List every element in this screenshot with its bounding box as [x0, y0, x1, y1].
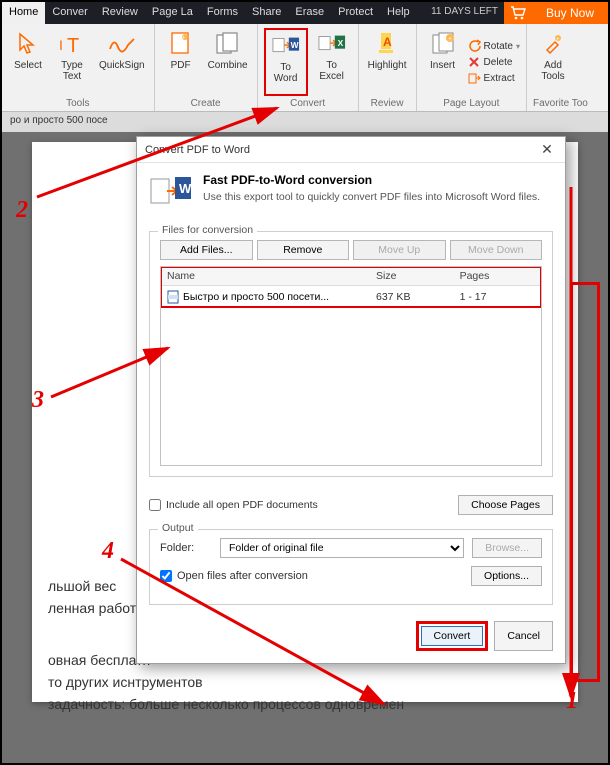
rotate-icon: [467, 39, 481, 53]
file-list[interactable]: Name Size Pages Быстро и просто 500 посе…: [160, 266, 542, 466]
svg-text:+: +: [448, 36, 452, 43]
convert-button[interactable]: Convert: [421, 626, 484, 646]
rotate-button[interactable]: Rotate▾: [467, 39, 520, 53]
remove-button[interactable]: Remove: [257, 240, 350, 260]
options-button[interactable]: Options...: [471, 566, 542, 586]
pdf-icon: [167, 290, 179, 304]
annotation-arrow-1: [556, 182, 586, 712]
add-tools-button[interactable]: + Add Tools: [533, 28, 573, 96]
select-button[interactable]: Select: [8, 28, 48, 96]
menu-tab-pagelayout[interactable]: Page La: [145, 2, 200, 24]
highlight-icon: A: [373, 30, 401, 58]
annotation-box-4: Convert: [416, 621, 489, 651]
close-icon[interactable]: ✕: [537, 141, 557, 158]
group-label-favorite: Favorite Too: [533, 96, 588, 109]
annotation-arrow-3: [46, 342, 176, 402]
move-down-button[interactable]: Move Down: [450, 240, 543, 260]
to-word-label: To Word: [274, 62, 298, 84]
extract-icon: [467, 71, 481, 85]
menu-bar: Home Conver Review Page La Forms Share E…: [2, 2, 608, 24]
cursor-icon: [14, 30, 42, 58]
cancel-button[interactable]: Cancel: [494, 621, 553, 651]
combine-icon: [214, 30, 242, 58]
files-legend: Files for conversion: [158, 224, 257, 236]
ribbon-group-review: A Highlight Review: [359, 24, 417, 111]
menu-tab-forms[interactable]: Forms: [200, 2, 245, 24]
ribbon-group-convert: W To Word X To Excel Convert: [258, 24, 359, 111]
annotation-number-1: 1: [566, 688, 578, 715]
folder-label: Folder:: [160, 542, 212, 554]
signature-icon: [108, 30, 136, 58]
delete-icon: [467, 55, 481, 69]
menu-tab-help[interactable]: Help: [380, 2, 417, 24]
choose-pages-button[interactable]: Choose Pages: [458, 495, 553, 515]
to-word-button[interactable]: W To Word: [264, 28, 308, 96]
to-excel-button[interactable]: X To Excel: [312, 28, 352, 96]
menu-tab-erase[interactable]: Erase: [288, 2, 331, 24]
file-row[interactable]: Быстро и просто 500 посети... 637 KB 1 -…: [161, 286, 541, 309]
to-excel-icon: X: [318, 30, 346, 58]
pdf-file-icon: +: [167, 30, 195, 58]
file-size: 637 KB: [370, 286, 454, 309]
cart-icon[interactable]: [504, 2, 532, 24]
to-excel-label: To Excel: [319, 60, 343, 82]
annotation-number-3: 3: [32, 387, 44, 414]
svg-text:+: +: [556, 37, 560, 43]
delete-button[interactable]: Delete: [467, 55, 520, 69]
svg-text:I: I: [59, 37, 63, 53]
extract-button[interactable]: Extract: [467, 71, 520, 85]
type-text-label: Type Text: [61, 60, 83, 82]
group-label-review: Review: [365, 96, 410, 109]
annotation-arrow-4: [116, 554, 396, 714]
menu-tab-protect[interactable]: Protect: [331, 2, 380, 24]
add-tools-label: Add Tools: [541, 60, 564, 82]
col-size[interactable]: Size: [370, 267, 454, 286]
highlight-button[interactable]: A Highlight: [365, 28, 410, 96]
quicksign-button[interactable]: QuickSign: [96, 28, 148, 96]
menu-tab-share[interactable]: Share: [245, 2, 288, 24]
files-fieldset: Files for conversion Add Files... Remove…: [149, 231, 553, 477]
ribbon-group-tools: Select IT Type Text QuickSign Tools: [2, 24, 155, 111]
annotation-number-4: 4: [102, 538, 114, 565]
ribbon-group-favorite: + Add Tools Favorite Too: [527, 24, 594, 111]
annotation-number-2: 2: [16, 197, 28, 224]
menu-tab-review[interactable]: Review: [95, 2, 145, 24]
add-tools-icon: +: [539, 30, 567, 58]
add-files-button[interactable]: Add Files...: [160, 240, 253, 260]
svg-text:+: +: [182, 35, 185, 41]
to-word-icon: W: [272, 32, 300, 60]
insert-button[interactable]: + Insert: [423, 28, 463, 96]
svg-text:W: W: [290, 40, 298, 50]
file-name: Быстро и просто 500 посети...: [183, 291, 329, 303]
svg-text:T: T: [67, 35, 79, 56]
svg-text:A: A: [383, 35, 392, 49]
menu-tab-convert[interactable]: Conver: [45, 2, 94, 24]
trial-days-left: 11 DAYS LEFT: [425, 2, 504, 24]
insert-page-icon: +: [429, 30, 457, 58]
type-text-button[interactable]: IT Type Text: [52, 28, 92, 96]
annotation-arrow-2: [32, 102, 292, 202]
svg-text:X: X: [337, 38, 343, 48]
browse-button[interactable]: Browse...: [472, 538, 542, 558]
buy-now-button[interactable]: Buy Now: [532, 2, 608, 24]
ribbon-group-pagelayout: + Insert Rotate▾ Delete Extract Page Lay…: [417, 24, 527, 111]
group-label-pagelayout: Page Layout: [423, 96, 520, 109]
include-open-checkbox[interactable]: Include all open PDF documents: [149, 499, 318, 511]
pdf-button[interactable]: + PDF: [161, 28, 201, 96]
combine-button[interactable]: Combine: [205, 28, 251, 96]
file-pages: 1 - 17: [454, 286, 541, 309]
menu-tab-home[interactable]: Home: [2, 2, 45, 24]
col-name[interactable]: Name: [161, 267, 370, 286]
col-pages[interactable]: Pages: [454, 267, 541, 286]
move-up-button[interactable]: Move Up: [353, 240, 446, 260]
ribbon-group-create: + PDF Combine Create: [155, 24, 258, 111]
ribbon: Select IT Type Text QuickSign Tools + PD…: [2, 24, 608, 112]
output-legend: Output: [158, 522, 198, 534]
type-text-icon: IT: [58, 30, 86, 58]
